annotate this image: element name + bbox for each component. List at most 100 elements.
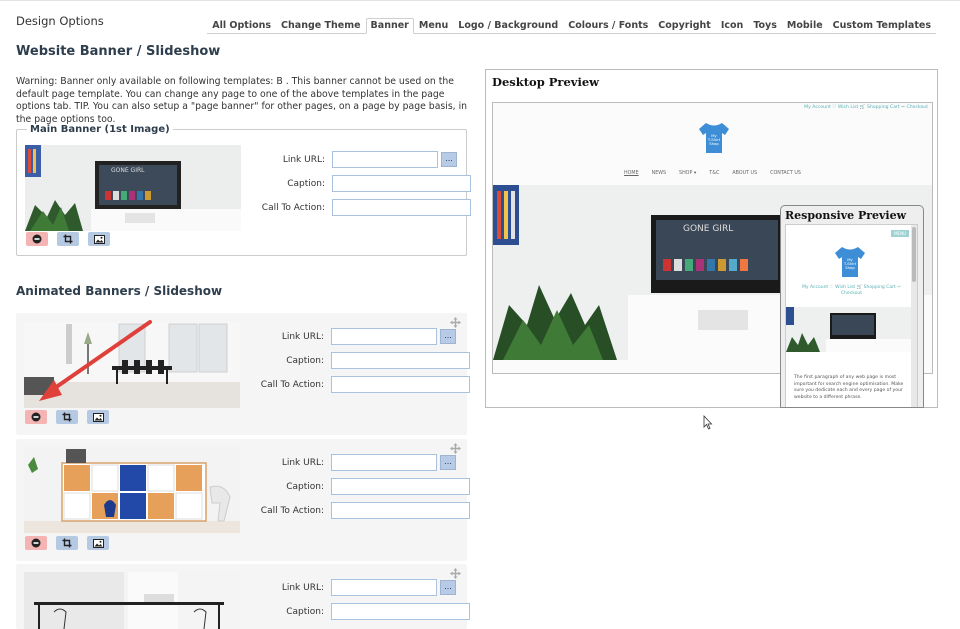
preview-nav-item: HOME — [624, 171, 639, 176]
responsive-menu-button[interactable]: MENU — [891, 230, 909, 237]
tshirt-icon: My T-Shirt Shop — [699, 123, 729, 153]
main-banner-legend: Main Banner (1st Image) — [27, 124, 173, 135]
image-icon — [92, 538, 104, 548]
tab-copyright[interactable]: Copyright — [653, 20, 716, 33]
tab-menu[interactable]: Menu — [414, 20, 453, 33]
link-url-input[interactable] — [331, 579, 437, 596]
svg-text:Shop: Shop — [845, 265, 855, 270]
image-icon — [92, 412, 104, 422]
responsive-preview-title: Responsive Preview — [785, 209, 907, 222]
image-button[interactable] — [87, 536, 109, 550]
move-icon[interactable] — [450, 568, 461, 579]
app-title: Design Options — [16, 14, 104, 28]
browse-button[interactable]: ... — [440, 455, 456, 470]
slide-thumbnail[interactable] — [24, 447, 240, 533]
link-url-input[interactable] — [332, 151, 438, 168]
delete-button[interactable] — [25, 410, 47, 424]
page-title: Website Banner / Slideshow — [16, 44, 221, 59]
main-banner-fieldset: Main Banner (1st Image) GONE GIRL Link U… — [16, 124, 471, 256]
image-icon — [93, 234, 105, 244]
call-to-action-label: Call To Action: — [260, 379, 324, 390]
link-row: Link URL: ... — [244, 454, 456, 471]
slide-actions — [25, 536, 109, 550]
tshirt-icon: My T-Shirt Shop — [835, 247, 865, 277]
cursor-icon — [703, 415, 713, 430]
preview-nav-item: T&C — [709, 171, 720, 176]
main-cta-row: Call To Action: — [245, 199, 471, 216]
caption-row: Caption: — [244, 603, 470, 620]
slideshow-item: Link URL: ... Caption: Call To Action: — [16, 439, 470, 561]
delete-button[interactable] — [25, 536, 47, 550]
call-to-action-input[interactable] — [331, 502, 470, 519]
scrollbar-thumb[interactable] — [912, 227, 916, 282]
tab-change-theme[interactable]: Change Theme — [276, 20, 366, 33]
caption-input[interactable] — [332, 175, 471, 192]
delete-button[interactable] — [26, 232, 48, 246]
crop-icon — [63, 234, 73, 244]
slideshow-item: Link URL: ... Caption: Call To Action: — [16, 313, 470, 435]
browse-button[interactable]: ... — [440, 580, 456, 595]
top-border — [0, 0, 960, 5]
tab-bar: All Options Change Theme Banner Menu Log… — [207, 16, 936, 34]
slide-thumbnail[interactable] — [24, 572, 240, 629]
warning-text: Warning: Banner only available on follow… — [16, 76, 468, 125]
tab-banner[interactable]: Banner — [365, 18, 414, 34]
tab-custom-templates[interactable]: Custom Templates — [828, 20, 936, 33]
main-caption-row: Caption: — [245, 175, 471, 192]
svg-text:GONE GIRL: GONE GIRL — [111, 167, 145, 174]
caption-input[interactable] — [331, 603, 470, 620]
responsive-paragraph: The first paragraph of any web page is m… — [794, 375, 904, 400]
animated-section-title: Animated Banners / Slideshow — [16, 284, 223, 298]
tab-logo-background[interactable]: Logo / Background — [453, 20, 563, 33]
preview-nav-item: SHOP ▾ — [679, 171, 697, 176]
cta-row: Call To Action: — [244, 376, 470, 393]
caption-label: Caption: — [286, 481, 324, 492]
caption-label: Caption: — [286, 355, 324, 366]
link-url-input[interactable] — [331, 328, 437, 345]
preview-nav-item: NEWS — [651, 171, 667, 176]
move-icon[interactable] — [450, 443, 461, 454]
svg-text:Shop: Shop — [709, 141, 719, 146]
browse-button[interactable]: ... — [441, 152, 457, 167]
caption-input[interactable] — [331, 352, 470, 369]
slide-thumbnail[interactable] — [24, 322, 240, 408]
minus-icon — [32, 234, 42, 244]
tab-toys[interactable]: Toys — [748, 20, 782, 33]
caption-input[interactable] — [331, 478, 470, 495]
minus-icon — [31, 538, 41, 548]
crop-button[interactable] — [57, 232, 79, 246]
move-icon[interactable] — [450, 317, 461, 328]
image-button[interactable] — [88, 232, 110, 246]
crop-icon — [62, 412, 72, 422]
link-url-input[interactable] — [331, 454, 437, 471]
crop-button[interactable] — [56, 536, 78, 550]
tab-icon[interactable]: Icon — [716, 20, 748, 33]
main-link-row: Link URL: ... — [245, 151, 457, 168]
tab-all-options[interactable]: All Options — [207, 20, 276, 33]
call-to-action-input[interactable] — [331, 376, 470, 393]
crop-button[interactable] — [56, 410, 78, 424]
link-url-label: Link URL: — [281, 582, 324, 593]
desktop-preview-title: Desktop Preview — [492, 75, 600, 89]
image-button[interactable] — [87, 410, 109, 424]
caption-row: Caption: — [244, 478, 470, 495]
responsive-banner-image — [786, 307, 912, 352]
preview-account-links: My Account ♡ Wish List 🛒 Shopping Cart ⇨… — [804, 105, 928, 110]
main-banner-thumbnail[interactable]: GONE GIRL — [25, 145, 241, 231]
preview-nav-item: CONTACT US — [770, 171, 801, 176]
slideshow-item: Link URL: ... Caption: — [16, 564, 470, 629]
main-banner-actions — [26, 232, 110, 246]
slide-actions — [25, 410, 109, 424]
link-row: Link URL: ... — [244, 579, 456, 596]
preview-nav: HOME NEWS SHOP ▾ T&C ABOUT US CONTACT US — [493, 171, 932, 176]
link-row: Link URL: ... — [244, 328, 456, 345]
link-url-label: Link URL: — [281, 331, 324, 342]
caption-label: Caption: — [286, 606, 324, 617]
preview-nav-item: ABOUT US — [732, 171, 758, 176]
browse-button[interactable]: ... — [440, 329, 456, 344]
caption-label: Caption: — [287, 178, 325, 189]
tab-colours-fonts[interactable]: Colours / Fonts — [563, 20, 653, 33]
responsive-scrollbar[interactable] — [911, 225, 917, 407]
call-to-action-input[interactable] — [332, 199, 471, 216]
tab-mobile[interactable]: Mobile — [782, 20, 828, 33]
